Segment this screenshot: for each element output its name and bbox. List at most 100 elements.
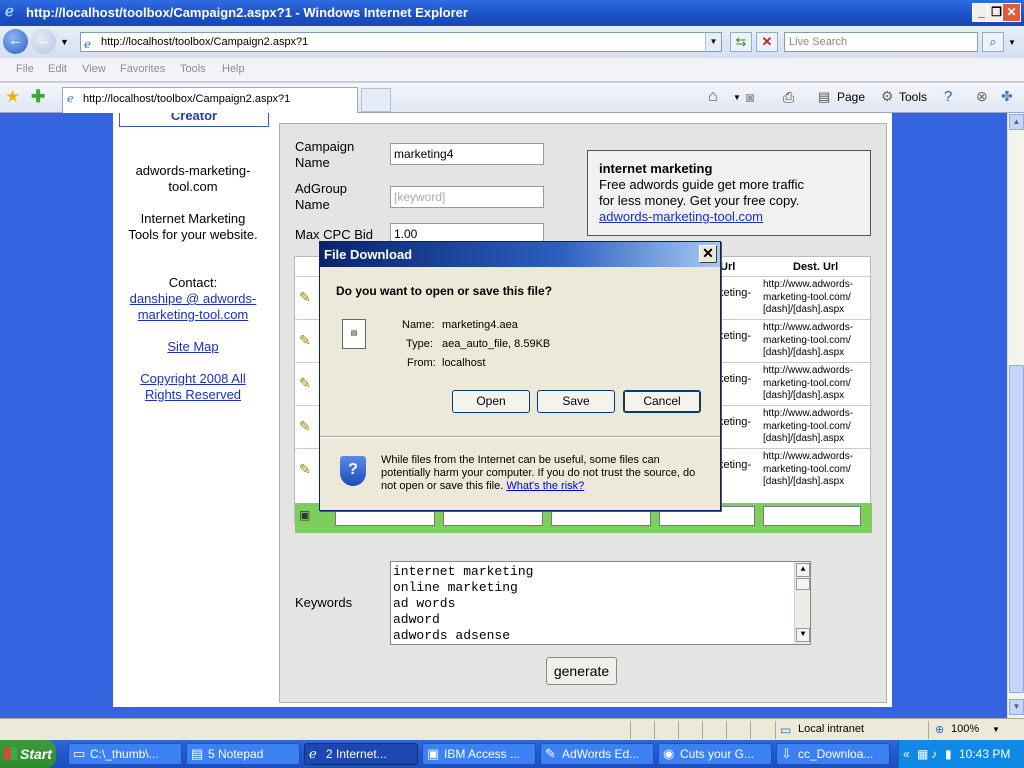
shield-icon: ? (340, 456, 366, 486)
stop-button[interactable]: ✕ (756, 32, 778, 52)
taskbar-item[interactable]: ▭ C:\_thumb\... (68, 743, 182, 765)
grid-insert-field[interactable] (763, 506, 861, 526)
whats-the-risk-link[interactable]: What's the risk? (506, 480, 584, 492)
search-icon[interactable]: ⌕ (982, 32, 1004, 52)
grid-header-dest: Dest. Url (793, 261, 839, 273)
windows-logo-icon (4, 747, 17, 760)
volume-icon[interactable]: ♪ (931, 740, 937, 768)
search-input[interactable]: Live Search (784, 32, 978, 52)
adwords-editor-icon: ✎ (545, 746, 556, 761)
signal-icon[interactable]: ▮ (945, 740, 952, 768)
start-button[interactable]: Start (0, 740, 56, 768)
new-tab-button[interactable] (361, 88, 391, 112)
tab-current[interactable]: ℯ http://localhost/toolbox/Campaign2.asp… (62, 87, 358, 113)
add-favorite-icon[interactable]: ✚ (31, 87, 45, 107)
edit-icon[interactable]: ✎ (299, 289, 311, 306)
home-icon[interactable]: ⌂ (708, 88, 718, 106)
taskbar-item[interactable]: ⇩ cc_Downloa... (776, 743, 890, 765)
network-icon[interactable]: ▦ (917, 740, 928, 768)
adgroup-name-input[interactable]: [keyword] (390, 186, 544, 208)
tab-page-icon: ℯ (67, 93, 74, 105)
campaign-name-label: Campaign Name (295, 139, 355, 170)
from-value: localhost (442, 357, 486, 369)
cancel-button[interactable]: Cancel (623, 390, 701, 413)
taskbar-item[interactable]: ℯ2 Internet... (304, 743, 418, 765)
refresh-button[interactable]: ⇆ (730, 32, 752, 52)
grid-cell-dest: http://www.adwords-marketing-tool.com/[d… (763, 408, 854, 444)
edit-icon[interactable]: ✎ (299, 332, 311, 349)
keyword-line: adwords adsense (393, 628, 511, 643)
menu-favorites[interactable]: Favorites (120, 63, 165, 75)
notepad-icon: ▤ (191, 746, 204, 761)
window-titlebar: ℯ http://localhost/toolbox/Campaign2.asp… (0, 0, 1024, 26)
address-input[interactable]: ℯ http://localhost/toolbox/Campaign2.asp… (80, 32, 722, 52)
dialog-titlebar: File Download ✕ (320, 242, 720, 267)
status-divider (678, 721, 679, 739)
menu-help[interactable]: Help (222, 63, 245, 75)
help-icon[interactable]: ? (944, 88, 952, 105)
search-options-icon[interactable]: ▼ (1008, 38, 1016, 47)
feeds-icon[interactable]: ◙ (746, 89, 754, 105)
scroll-up-icon[interactable]: ▲ (1009, 114, 1024, 130)
ad-url-link[interactable]: adwords-marketing-tool.com (599, 209, 859, 225)
close-window-button[interactable]: ✕ (1002, 3, 1021, 22)
generate-button[interactable]: generate (546, 657, 617, 685)
edit-icon[interactable]: ✎ (299, 461, 311, 478)
forward-button[interactable]: → (31, 29, 56, 54)
scroll-up-icon[interactable]: ▲ (796, 563, 810, 577)
print-icon[interactable]: ⎙ (783, 89, 794, 106)
back-button[interactable]: ← (3, 29, 28, 54)
sitemap-link[interactable]: Site Map (113, 339, 273, 355)
ad-line2: for less money. Get your free copy. (599, 193, 800, 208)
home-dropdown-icon[interactable]: ▼ (733, 93, 741, 102)
ad-line1: Free adwords guide get more traffic (599, 177, 804, 192)
taskbar-item[interactable]: ◉ Cuts your G... (658, 743, 772, 765)
research-icon[interactable]: ⊗ (976, 88, 988, 105)
file-icon: ▤ (342, 319, 366, 349)
contact-email-link[interactable]: danshipe @ adwords-marketing-tool.com (113, 291, 273, 323)
download-icon: ⇩ (781, 746, 792, 761)
scroll-thumb[interactable] (1009, 365, 1024, 693)
dialog-close-button[interactable]: ✕ (699, 245, 717, 263)
page-menu[interactable]: Page (837, 90, 865, 104)
security-warning: While files from the Internet can be use… (381, 454, 711, 493)
menu-view[interactable]: View (82, 63, 106, 75)
taskbar-item[interactable]: ▣ IBM Access ... (422, 743, 536, 765)
messenger-icon[interactable]: ✤ (1001, 88, 1013, 105)
save-row-icon[interactable]: ▣ (299, 508, 310, 522)
edit-icon[interactable]: ✎ (299, 418, 311, 435)
copyright-link[interactable]: Copyright 2008 All Rights Reserved (113, 371, 273, 403)
taskbar-item[interactable]: ▤ 5 Notepad (186, 743, 300, 765)
grid-cell-dest: http://www.adwords-marketing-tool.com/[d… (763, 322, 854, 358)
menu-tools[interactable]: Tools (180, 63, 206, 75)
max-cpc-value: 1.00 (394, 227, 418, 241)
keywords-textarea[interactable]: internet marketing online marketing ad w… (390, 561, 811, 645)
tray-expand-icon[interactable]: « (903, 740, 910, 768)
open-button[interactable]: Open (452, 390, 530, 413)
grid-cell-url: keting- (718, 459, 752, 471)
adgroup-name-label: AdGroup Name (295, 181, 348, 212)
scroll-thumb[interactable] (796, 578, 810, 590)
edit-icon[interactable]: ✎ (299, 375, 311, 392)
tools-menu[interactable]: Tools (899, 90, 927, 104)
scroll-down-icon[interactable]: ▼ (1009, 699, 1024, 715)
page-scrollbar[interactable]: ▲ ▼ (1007, 113, 1024, 718)
campaign-name-input[interactable]: marketing4 (390, 143, 544, 165)
keyword-line: internet marketing (393, 564, 534, 579)
taskbar-item[interactable]: ✎ AdWords Ed... (540, 743, 654, 765)
menu-edit[interactable]: Edit (48, 63, 67, 75)
grid-cell-url: keting- (718, 416, 752, 428)
sidebar-tagline: Internet Marketing Tools for your websit… (128, 211, 258, 242)
keywords-scrollbar[interactable]: ▲ ▼ (794, 562, 810, 644)
history-dropdown-icon[interactable]: ▼ (60, 37, 69, 47)
zoom-level[interactable]: 100% (951, 723, 979, 735)
folder-icon: ▭ (73, 746, 86, 761)
scroll-down-icon[interactable]: ▼ (796, 628, 810, 642)
favorites-star-icon[interactable]: ★ (5, 87, 20, 107)
address-dropdown-icon[interactable]: ▼ (705, 33, 721, 51)
ad-preview: internet marketing Free adwords guide ge… (587, 150, 871, 236)
name-value: marketing4.aea (442, 319, 518, 331)
zoom-dropdown-icon[interactable]: ▼ (992, 725, 1000, 734)
menu-file[interactable]: File (16, 63, 34, 75)
save-button[interactable]: Save (537, 390, 615, 413)
